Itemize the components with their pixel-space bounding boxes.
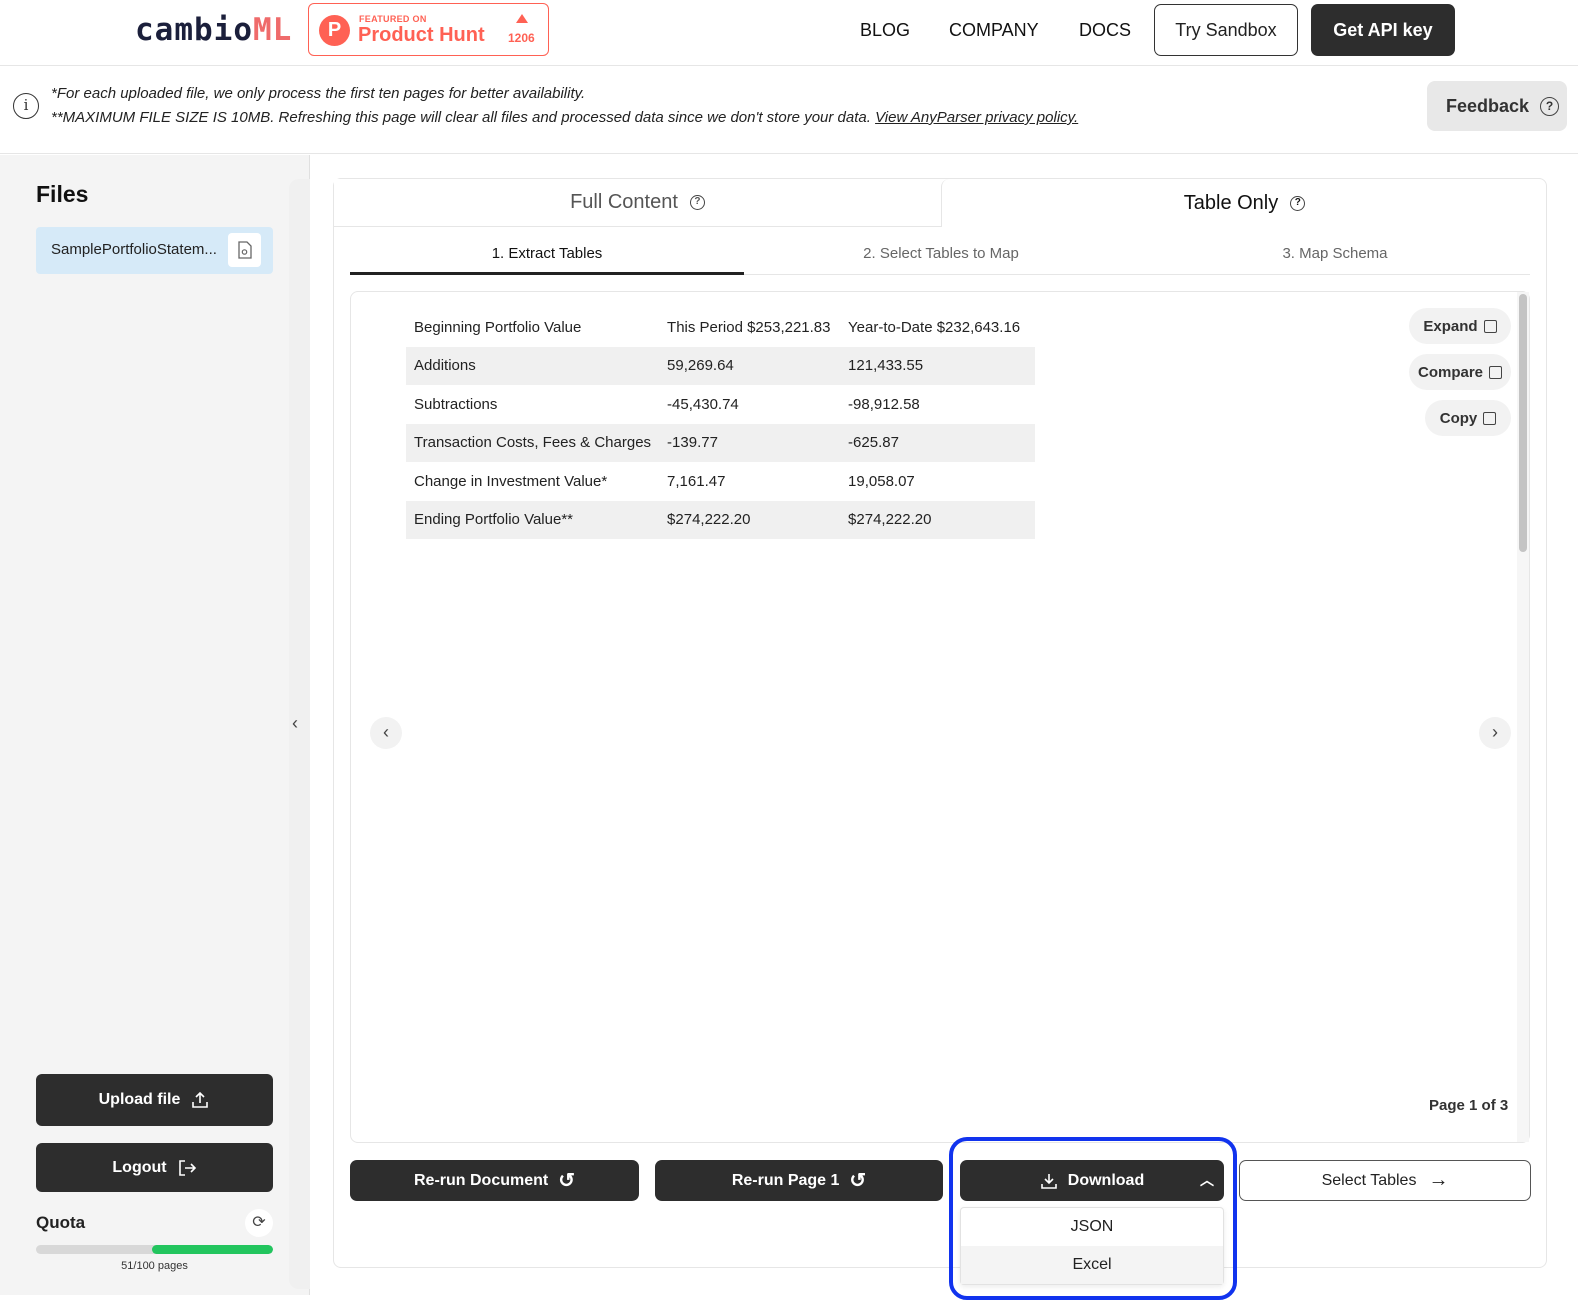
tab-table-only[interactable]: Table Only ? — [941, 179, 1547, 227]
table-cell: Additions — [406, 346, 660, 385]
table-cell: 7,161.47 — [667, 472, 726, 490]
table-cell: 59,269.64 — [659, 346, 841, 385]
table-cell: -625.87 — [840, 423, 1036, 462]
table-cell: $274,222.20 — [840, 500, 1036, 539]
compare-icon — [1489, 365, 1503, 379]
compare-button[interactable]: Compare — [1409, 354, 1511, 390]
parser-panel: Full Content ? Table Only ? 1. Extract T… — [333, 178, 1547, 1285]
arrow-right-icon: → — [1428, 1169, 1449, 1191]
table-cell: 19,058.07 — [848, 472, 915, 490]
table-cell: Ending Portfolio Value** — [406, 500, 660, 539]
quota-text: 51/100 pages — [121, 1260, 188, 1272]
producthunt-featured: FEATURED ON — [359, 14, 427, 24]
step-extract-tables[interactable]: 1. Extract Tables — [350, 245, 744, 262]
logout-icon — [178, 1159, 196, 1176]
table-cell: Change in Investment Value* — [414, 472, 608, 490]
copy-button[interactable]: Copy — [1425, 400, 1511, 436]
notice-line-2: **MAXIMUM FILE SIZE IS 10MB. Refreshing … — [51, 109, 1079, 126]
document-icon[interactable] — [228, 233, 261, 267]
producthunt-count: 1206 — [508, 31, 535, 45]
expand-button[interactable]: Expand — [1409, 308, 1511, 344]
rerun-page-button[interactable]: Re-run Page 1 ↺ — [655, 1160, 943, 1201]
notice-bar: i *For each uploaded file, we only proce… — [0, 67, 1578, 154]
try-sandbox-button[interactable]: Try Sandbox — [1154, 4, 1298, 56]
file-item[interactable]: SamplePortfolioStatem... — [36, 227, 273, 274]
privacy-policy-link[interactable]: View AnyParser privacy policy. — [875, 109, 1078, 126]
upload-file-button[interactable]: Upload file — [36, 1074, 273, 1126]
nav-blog[interactable]: BLOG — [860, 20, 910, 41]
table-cell: -139.77 — [659, 423, 841, 462]
table-row: Ending Portfolio Value** $274,222.20 $274,… — [406, 500, 1036, 539]
logout-button[interactable]: Logout — [36, 1143, 273, 1192]
help-circle-icon: ? — [1290, 195, 1306, 211]
top-header: cambioML P FEATURED ON Product Hunt 1206… — [0, 0, 1578, 66]
extracted-table: Beginning Portfolio Value This Period $25… — [406, 308, 1036, 539]
quota-title: Quota — [36, 1213, 86, 1232]
table-row: Transaction Costs, Fees & Charges -139.77… — [406, 423, 1036, 462]
upload-icon — [192, 1091, 209, 1108]
table-row: Change in Investment Value* 7,161.47 19,05… — [406, 462, 1035, 501]
chevron-left-icon[interactable]: ‹ — [292, 713, 298, 734]
download-highlight-ring — [949, 1137, 1237, 1300]
previous-page-button[interactable]: ‹ — [370, 717, 402, 749]
files-title: Files — [36, 181, 89, 207]
nav-docs[interactable]: DOCS — [1079, 20, 1131, 41]
table-cell: Subtractions — [414, 395, 498, 413]
table-row: Beginning Portfolio Value This Period $25… — [406, 308, 1035, 347]
sidebar-collapse-handle[interactable] — [289, 179, 310, 1289]
step-tabs: 1. Extract Tables 2. Select Tables to Ma… — [350, 231, 1530, 275]
feedback-button[interactable]: Feedback ? — [1427, 81, 1567, 131]
table-cell: 121,433.55 — [840, 346, 1036, 385]
table-row: Additions 59,269.64 121,433.55 — [406, 346, 1036, 385]
notice-line-1: *For each uploaded file, we only process… — [51, 85, 586, 102]
page-indicator: Page 1 of 3 — [1429, 1097, 1509, 1114]
step-select-tables[interactable]: 2. Select Tables to Map — [744, 245, 1138, 262]
nav-company[interactable]: COMPANY — [949, 20, 1039, 41]
copy-icon — [1483, 411, 1497, 425]
files-sidebar: Files SamplePortfolioStatem... ‹ Upload … — [0, 155, 310, 1295]
upvote-arrow-icon — [516, 14, 528, 23]
table-cell: Transaction Costs, Fees & Charges — [406, 423, 660, 462]
rerun-icon: ↺ — [849, 1170, 867, 1192]
info-icon: i — [13, 93, 39, 119]
help-circle-icon: ? — [689, 195, 705, 210]
table-cell: Year-to-Date $232,643.16 — [848, 318, 1021, 336]
cambioml-logo[interactable]: cambioML — [135, 12, 292, 48]
rerun-document-button[interactable]: Re-run Document ↺ — [350, 1160, 639, 1201]
producthunt-icon: P — [319, 15, 350, 46]
select-tables-button[interactable]: Select Tables → — [1239, 1160, 1531, 1201]
table-cell: -45,430.74 — [667, 395, 739, 413]
get-api-key-button[interactable]: Get API key — [1311, 4, 1455, 56]
active-step-underline — [350, 272, 744, 275]
help-circle-icon: ? — [1540, 96, 1560, 116]
table-cell: This Period $253,221.83 — [667, 318, 831, 336]
table-cell: Beginning Portfolio Value — [414, 318, 582, 336]
next-page-button[interactable]: › — [1479, 717, 1511, 749]
table-row: Subtractions -45,430.74 -98,912.58 — [406, 385, 1035, 424]
step-map-schema[interactable]: 3. Map Schema — [1138, 245, 1532, 262]
expand-icon — [1483, 319, 1497, 333]
tab-full-content[interactable]: Full Content ? — [334, 179, 941, 227]
quota-progress-bar — [36, 1245, 273, 1254]
table-cell: -98,912.58 — [848, 395, 920, 413]
rerun-icon: ↺ — [558, 1170, 575, 1192]
refresh-icon[interactable]: ⟳ — [245, 1209, 273, 1237]
file-name: SamplePortfolioStatem... — [51, 241, 217, 258]
table-cell: $274,222.20 — [659, 500, 841, 539]
scrollbar-thumb[interactable] — [1519, 294, 1527, 552]
table-preview: Beginning Portfolio Value This Period $25… — [350, 291, 1530, 1143]
producthunt-badge[interactable]: P FEATURED ON Product Hunt 1206 — [308, 3, 549, 56]
producthunt-name: Product Hunt — [358, 24, 485, 46]
quota-progress-fill — [152, 1245, 273, 1254]
